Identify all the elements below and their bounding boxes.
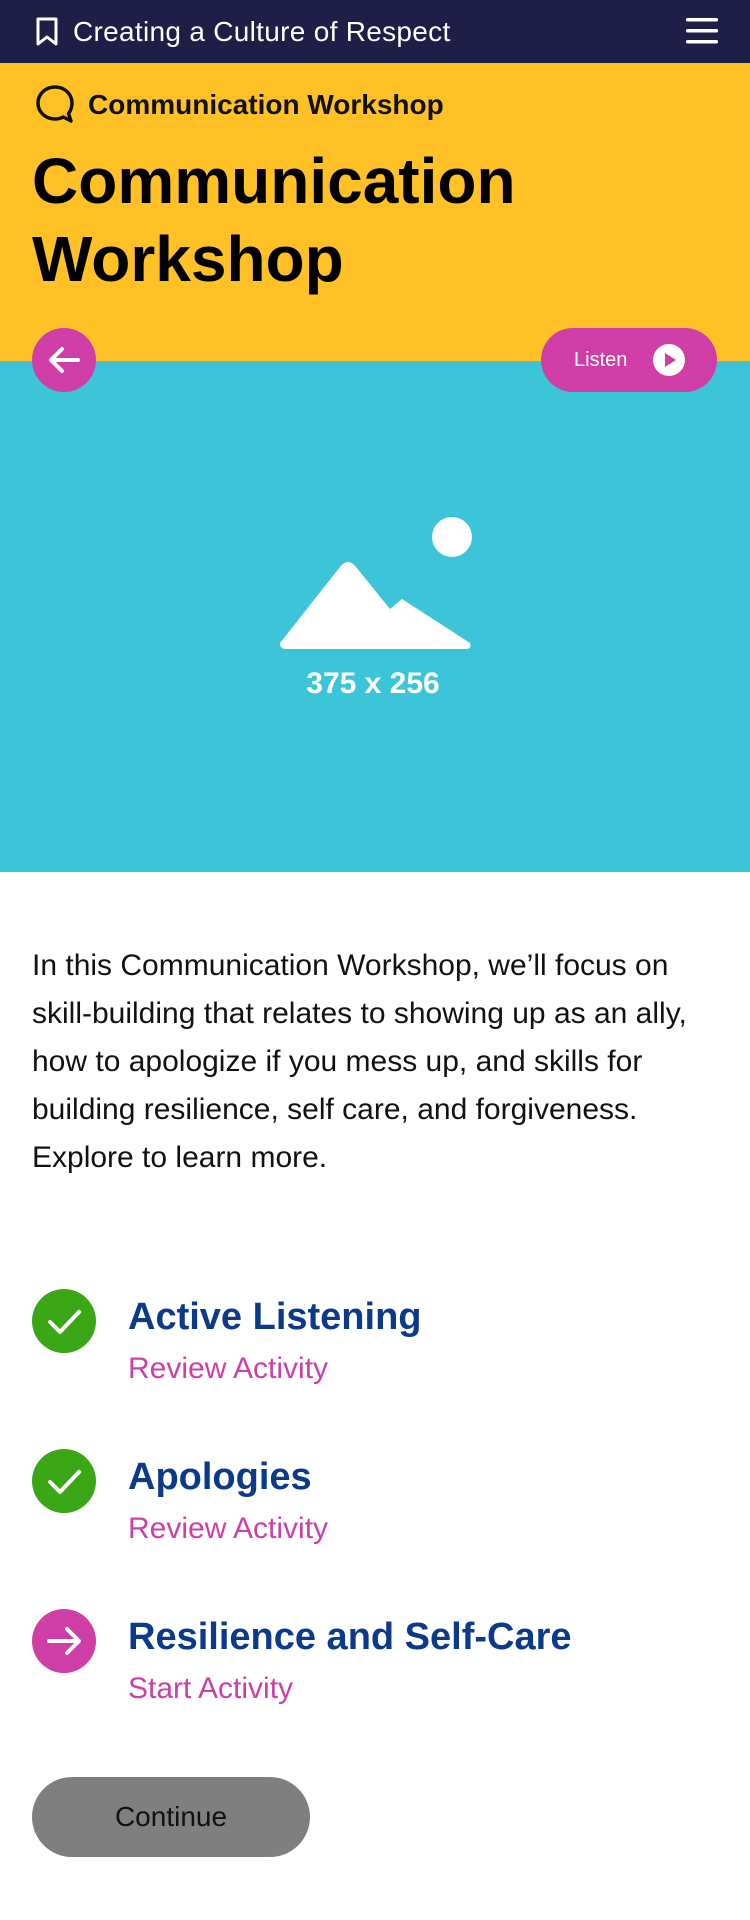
review-activity-link[interactable]: Review Activity [128,1509,328,1549]
play-icon [653,344,685,376]
activity-item-apologies[interactable]: Apologies Review Activity [0,1449,750,1559]
activity-title: Active Listening [128,1296,422,1338]
arrow-right-icon [32,1609,96,1673]
continue-button[interactable]: Continue [32,1777,310,1857]
checkmark-icon [32,1289,96,1353]
hamburger-menu-icon[interactable] [686,16,718,46]
back-button[interactable] [32,328,96,392]
start-activity-link[interactable]: Start Activity [128,1669,293,1709]
arrow-left-icon [49,347,80,373]
section-label: Communication Workshop [88,89,444,120]
activity-item-active-listening[interactable]: Active Listening Review Activity [0,1289,750,1399]
bookmark-icon[interactable] [34,17,60,47]
activity-item-resilience-and-self-care[interactable]: Resilience and Self-Care Start Activity [0,1609,750,1719]
listen-button[interactable]: Listen [541,328,717,392]
page-header: Communication Workshop Communication Wor… [0,63,750,361]
activity-title: Resilience and Self-Care [128,1616,572,1658]
listen-label: Listen [574,349,628,371]
speech-bubble-icon [36,85,74,123]
app-title: Creating a Culture of Respect [73,16,451,47]
review-activity-link[interactable]: Review Activity [128,1349,328,1389]
checkmark-icon [32,1449,96,1513]
image-placeholder-icon [280,517,472,649]
activity-title: Apologies [128,1456,312,1498]
hero-image-placeholder: 375 x 256 [0,361,750,872]
image-size-label: 375 x 256 [306,667,440,700]
page-title: Communication Workshop [32,145,516,295]
top-bar: Creating a Culture of Respect [0,0,750,63]
intro-paragraph: In this Communication Workshop, we’ll fo… [32,949,687,1174]
